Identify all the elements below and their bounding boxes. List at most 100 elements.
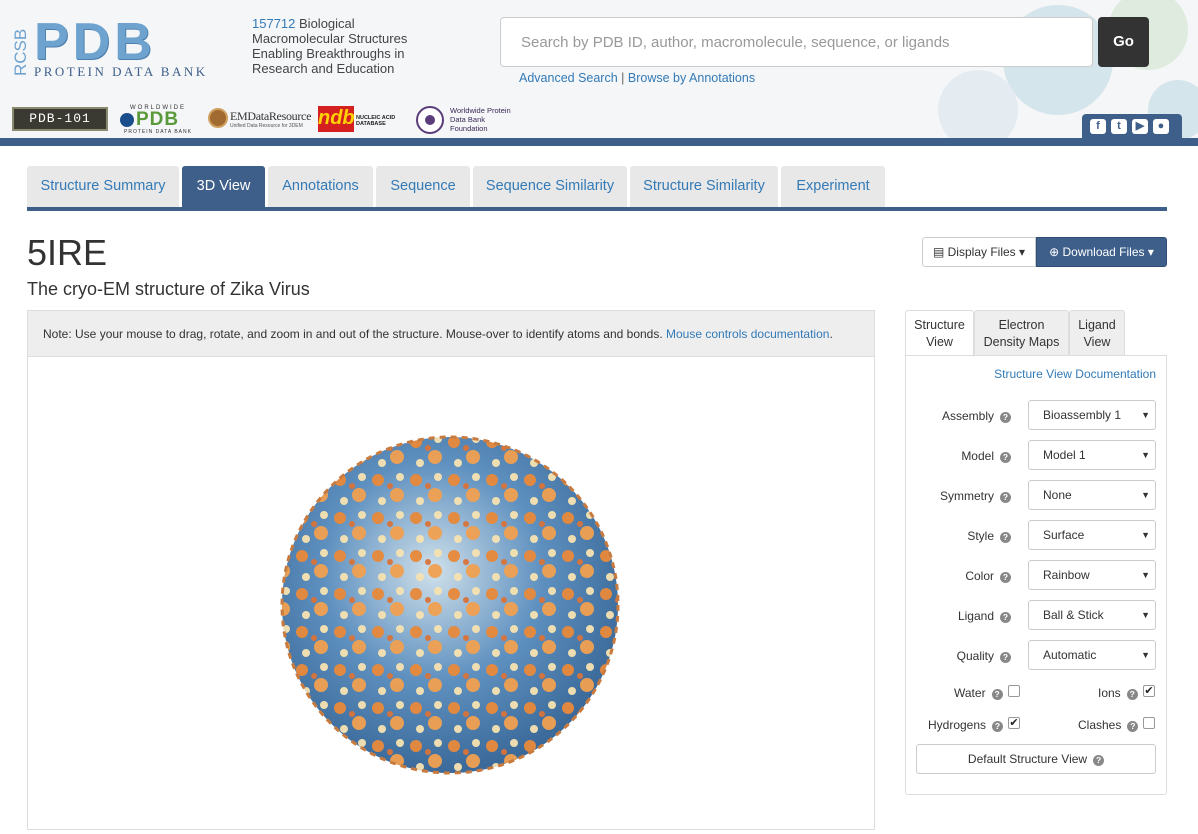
emdr-main-text: EMDataResource	[230, 109, 312, 123]
svg-text:RCSB: RCSB	[12, 29, 30, 76]
select-caret-icon: ▼	[1141, 530, 1150, 540]
tab-structure-view-line1: Structure	[914, 318, 965, 332]
tab-ligand-view[interactable]: Ligand View	[1069, 310, 1125, 356]
wwpdb-main-text: PDB	[136, 109, 180, 130]
select-caret-icon: ▼	[1141, 650, 1150, 660]
tab-3d-view[interactable]: 3D View	[182, 166, 265, 207]
foundation-mark-icon	[416, 106, 444, 134]
tab-sequence[interactable]: Sequence	[376, 166, 470, 207]
facebook-icon[interactable]: f	[1090, 119, 1106, 134]
note-period: .	[829, 327, 833, 341]
download-files-label: Download Files	[1062, 245, 1145, 259]
color-select[interactable]: Rainbow ▼	[1028, 560, 1156, 590]
emdr-sub-text: Unified Data Resource for 3DEM	[230, 123, 303, 129]
entry-id: 5IRE	[27, 232, 108, 273]
help-icon[interactable]: ?	[1000, 572, 1011, 583]
search-links: Advanced Search | Browse by Annotations	[519, 71, 755, 85]
structure-count-link[interactable]: 157712	[252, 16, 295, 31]
viewer-note-text: Note: Use your mouse to drag, rotate, an…	[43, 327, 663, 341]
browse-annotations-link[interactable]: Browse by Annotations	[628, 71, 755, 85]
entry-title: The cryo-EM structure of Zika Virus	[27, 279, 310, 299]
assembly-row: Assembly? Bioassembly 1 ▼	[906, 400, 1166, 434]
emdataresource-logo[interactable]: EMDataResource Unified Data Resource for…	[208, 106, 312, 134]
tab-electron-density-maps[interactable]: Electron Density Maps	[974, 310, 1069, 356]
caret-down-icon: ▾	[1147, 245, 1154, 259]
tab-structure-summary[interactable]: Structure Summary	[27, 166, 179, 207]
help-icon[interactable]: ?	[1126, 689, 1138, 700]
ions-checkbox[interactable]: ✔	[1143, 685, 1155, 697]
search-input[interactable]	[500, 17, 1093, 67]
mouse-controls-doc-link[interactable]: Mouse controls documentation	[666, 327, 829, 341]
tab-experiment[interactable]: Experiment	[781, 166, 885, 207]
default-structure-view-button[interactable]: Default Structure View?	[916, 744, 1156, 774]
zika-virus-surface-render	[280, 435, 620, 775]
tab-sequence-similarity[interactable]: Sequence Similarity	[473, 166, 627, 207]
file-icon: ▤	[932, 245, 945, 259]
help-icon[interactable]: ?	[1093, 755, 1105, 766]
ndb-logo[interactable]: ndb NUCLEIC ACID DATABASE	[318, 106, 408, 134]
hydrogens-checkbox[interactable]: ✔	[1008, 717, 1020, 729]
pdb-logo-text: PDB	[34, 13, 156, 71]
help-icon[interactable]: ?	[1000, 412, 1011, 423]
tab-ligand-view-line1: Ligand	[1078, 318, 1116, 332]
ions-label: Ions?	[1098, 686, 1138, 700]
color-label: Color?	[965, 569, 1011, 583]
search-go-button[interactable]: Go	[1098, 17, 1149, 67]
structure-view-doc-link[interactable]: Structure View Documentation	[994, 367, 1156, 381]
pdb101-logo[interactable]: PDB-101	[12, 107, 108, 131]
ndb-text: NUCLEIC ACID DATABASE	[356, 115, 396, 127]
wwpdb-logo[interactable]: WORLDWIDE PDB PROTEIN DATA BANK	[118, 105, 198, 135]
foundation-text: Worldwide Protein Data Bank Foundation	[450, 106, 511, 133]
download-files-button[interactable]: ⊕ Download Files ▾	[1036, 237, 1167, 267]
tab-ligand-view-line2: View	[1083, 335, 1111, 349]
quality-row: Quality? Automatic ▼	[906, 640, 1166, 674]
tab-structure-view-line2: View	[926, 335, 953, 349]
help-icon[interactable]: ?	[992, 721, 1004, 732]
youtube-icon[interactable]: ▶	[1132, 119, 1148, 134]
tabs-underline	[27, 207, 1167, 211]
github-icon[interactable]: ●	[1153, 119, 1169, 134]
ligand-select[interactable]: Ball & Stick ▼	[1028, 600, 1156, 630]
select-caret-icon: ▼	[1141, 450, 1150, 460]
protein-data-bank-text: PROTEIN DATA BANK	[34, 64, 208, 79]
assembly-select[interactable]: Bioassembly 1 ▼	[1028, 400, 1156, 430]
advanced-search-link[interactable]: Advanced Search	[519, 71, 618, 85]
tab-annotations[interactable]: Annotations	[268, 166, 373, 207]
display-files-button[interactable]: ▤ Display Files ▾	[922, 237, 1036, 267]
water-checkbox[interactable]	[1008, 685, 1020, 697]
wwpdb-sub-text: PROTEIN DATA BANK	[124, 129, 192, 135]
tab-structure-view[interactable]: Structure View	[905, 310, 974, 357]
tab-structure-similarity[interactable]: Structure Similarity	[630, 166, 778, 207]
style-label: Style?	[967, 529, 1011, 543]
site-header: RCSB PDB PROTEIN DATA BANK 157712 Biolog…	[0, 0, 1198, 140]
help-icon[interactable]: ?	[1000, 452, 1011, 463]
help-icon[interactable]: ?	[991, 689, 1003, 700]
twitter-icon[interactable]: t	[1111, 119, 1127, 134]
style-select[interactable]: Surface ▼	[1028, 520, 1156, 550]
rcsb-logo-text: RCSB	[12, 29, 30, 76]
site-tagline: 157712 Biological Macromolecular Structu…	[252, 16, 422, 76]
social-links: f t ▶ ●	[1082, 114, 1182, 138]
select-caret-icon: ▼	[1141, 410, 1150, 420]
assembly-label: Assembly?	[942, 409, 1011, 423]
select-caret-icon: ▼	[1141, 570, 1150, 580]
select-caret-icon: ▼	[1141, 610, 1150, 620]
globe-icon	[120, 113, 134, 127]
rcsb-pdb-logo[interactable]: RCSB PDB PROTEIN DATA BANK	[12, 14, 242, 80]
color-row: Color? Rainbow ▼	[906, 560, 1166, 594]
viewer-note: Note: Use your mouse to drag, rotate, an…	[28, 311, 874, 357]
symmetry-select[interactable]: None ▼	[1028, 480, 1156, 510]
quality-select[interactable]: Automatic ▼	[1028, 640, 1156, 670]
help-icon[interactable]: ?	[1000, 532, 1011, 543]
help-icon[interactable]: ?	[1000, 612, 1011, 623]
wwpdb-foundation-logo[interactable]: Worldwide Protein Data Bank Foundation	[416, 104, 516, 134]
emdr-seal-icon	[208, 108, 228, 128]
help-icon[interactable]: ?	[1000, 652, 1011, 663]
3d-viewer-canvas[interactable]	[28, 357, 874, 829]
model-select[interactable]: Model 1 ▼	[1028, 440, 1156, 470]
help-icon[interactable]: ?	[1000, 492, 1011, 503]
display-files-label: Display Files	[947, 245, 1016, 259]
help-icon[interactable]: ?	[1127, 721, 1139, 732]
structure-viewer: Note: Use your mouse to drag, rotate, an…	[27, 310, 875, 830]
clashes-checkbox[interactable]	[1143, 717, 1155, 729]
